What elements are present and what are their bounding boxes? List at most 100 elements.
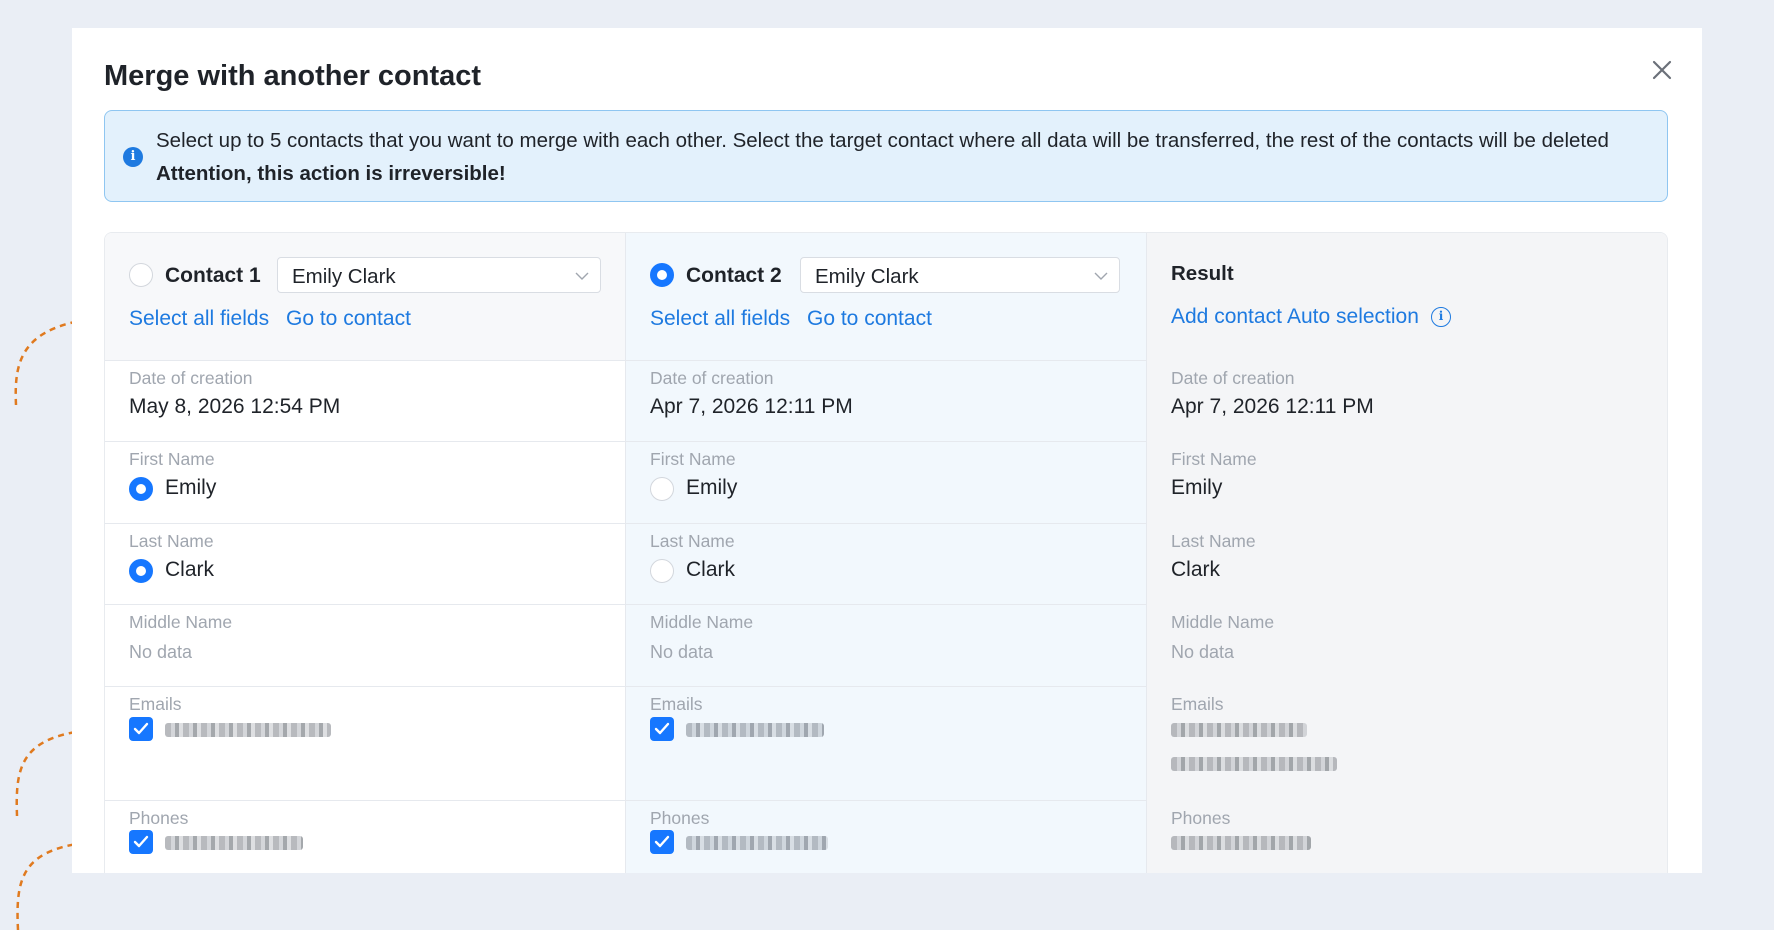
contact-1-first-name-value: Emily — [165, 476, 217, 499]
contact-1-date-row: Date of creation May 8, 2026 12:54 PM — [105, 361, 625, 442]
field-label: Last Name — [650, 531, 735, 551]
contact-1-label: Contact 1 — [165, 264, 261, 287]
result-title: Result — [1171, 262, 1234, 285]
field-label: First Name — [650, 449, 736, 469]
contact-1-select[interactable]: Emily Clark — [277, 257, 601, 293]
contact-1-first-name-radio[interactable] — [129, 477, 153, 501]
contact-2-header: Contact 2 Emily Clark Select all fields … — [626, 233, 1146, 361]
result-column: Result Add contact Auto selection i Date… — [1147, 233, 1667, 873]
field-label: First Name — [1171, 449, 1257, 469]
close-button[interactable] — [1644, 52, 1680, 88]
chevron-down-icon — [575, 272, 589, 280]
field-label: Date of creation — [1171, 368, 1295, 388]
result-email-redacted — [1171, 723, 1307, 737]
contact-1-last-name-radio[interactable] — [129, 559, 153, 583]
contact-2-last-name-row: Last Name Clark — [626, 524, 1146, 605]
contact-2-emails-row: Emails — [626, 687, 1146, 801]
field-label: Emails — [129, 694, 182, 714]
contact-2-phone-redacted — [686, 836, 828, 850]
field-label: Last Name — [1171, 531, 1256, 551]
contact-2-select-value: Emily Clark — [815, 265, 919, 288]
result-phone-redacted — [1171, 836, 1311, 850]
field-label: Date of creation — [129, 368, 253, 388]
info-icon[interactable]: i — [1431, 307, 1451, 327]
contact-2-phones-row: Phones — [626, 801, 1146, 873]
result-first-name-row: First Name Emily — [1147, 442, 1667, 524]
contact-1-first-name-row: First Name Emily — [105, 442, 625, 524]
contact-2-column: Contact 2 Emily Clark Select all fields … — [626, 233, 1147, 873]
field-label: Middle Name — [650, 612, 754, 632]
field-label: Emails — [650, 694, 703, 714]
contact-1-last-name-row: Last Name Clark — [105, 524, 625, 605]
contact-1-last-name-value: Clark — [165, 558, 215, 581]
contact-2-emails-checkbox[interactable] — [650, 717, 674, 741]
contact-2-date-row: Date of creation Apr 7, 2026 12:11 PM — [626, 361, 1146, 442]
contact-2-date-value: Apr 7, 2026 12:11 PM — [650, 395, 853, 418]
contact-1-header: Contact 1 Emily Clark Select all fields … — [105, 233, 625, 361]
result-last-name-value: Clark — [1171, 558, 1221, 581]
check-icon — [654, 722, 670, 735]
field-label: Phones — [650, 808, 710, 828]
check-icon — [133, 722, 149, 735]
info-icon: i — [123, 147, 143, 167]
contact-2-middle-name-row: Middle Name No data — [626, 605, 1146, 687]
field-label: Phones — [1171, 808, 1231, 828]
contact-2-select-all-link[interactable]: Select all fields — [650, 307, 790, 331]
contact-2-email-redacted — [686, 723, 824, 737]
contact-1-select-all-link[interactable]: Select all fields — [129, 307, 269, 331]
result-emails-row: Emails — [1147, 687, 1667, 801]
notice-warning: Attention, this action is irreversible! — [156, 162, 506, 185]
contact-2-go-to-contact-link[interactable]: Go to contact — [807, 307, 932, 331]
contact-2-first-name-value: Emily — [686, 476, 738, 499]
contact-2-label: Contact 2 — [686, 264, 782, 287]
merge-grid: Contact 1 Emily Clark Select all fields … — [104, 232, 1668, 873]
field-label: Phones — [129, 808, 189, 828]
contact-2-last-name-radio[interactable] — [650, 559, 674, 583]
result-middle-name-row: Middle Name No data — [1147, 605, 1667, 687]
contact-2-last-name-value: Clark — [686, 558, 736, 581]
contact-2-first-name-radio[interactable] — [650, 477, 674, 501]
result-last-name-row: Last Name Clark — [1147, 524, 1667, 605]
contact-2-phones-checkbox[interactable] — [650, 830, 674, 854]
close-icon — [1652, 60, 1672, 80]
result-date-row: Date of creation Apr 7, 2026 12:11 PM — [1147, 361, 1667, 442]
check-icon — [133, 835, 149, 848]
result-header: Result Add contact Auto selection i — [1147, 233, 1667, 361]
result-middle-name-value: No data — [1171, 642, 1235, 662]
contact-1-emails-row: Emails — [105, 687, 625, 801]
contact-1-email-redacted — [165, 723, 331, 737]
contact-2-middle-name-value: No data — [650, 642, 714, 662]
contact-2-target-radio[interactable] — [650, 263, 674, 287]
result-first-name-value: Emily — [1171, 476, 1223, 499]
chevron-down-icon — [1094, 272, 1108, 280]
field-label: Date of creation — [650, 368, 774, 388]
contact-1-phones-checkbox[interactable] — [129, 830, 153, 854]
contact-1-date-value: May 8, 2026 12:54 PM — [129, 395, 341, 418]
info-notice: i Select up to 5 contacts that you want … — [104, 110, 1668, 202]
contact-2-first-name-row: First Name Emily — [626, 442, 1146, 524]
check-icon — [654, 835, 670, 848]
field-label: First Name — [129, 449, 215, 469]
field-label: Emails — [1171, 694, 1224, 714]
contact-1-emails-checkbox[interactable] — [129, 717, 153, 741]
merge-dialog: Merge with another contact i Select up t… — [72, 28, 1702, 873]
result-email-redacted — [1171, 757, 1337, 771]
contact-1-target-radio[interactable] — [129, 263, 153, 287]
notice-text: Select up to 5 contacts that you want to… — [156, 129, 1609, 152]
field-label: Last Name — [129, 531, 214, 551]
contact-1-middle-name-value: No data — [129, 642, 193, 662]
result-date-value: Apr 7, 2026 12:11 PM — [1171, 395, 1374, 418]
contact-1-phone-redacted — [165, 836, 303, 850]
result-phones-row: Phones — [1147, 801, 1667, 873]
contact-1-middle-name-row: Middle Name No data — [105, 605, 625, 687]
field-label: Middle Name — [129, 612, 233, 632]
contact-1-select-value: Emily Clark — [292, 265, 396, 288]
contact-1-phones-row: Phones — [105, 801, 625, 873]
auto-selection-link[interactable]: Auto selection — [1287, 305, 1419, 329]
contact-1-go-to-contact-link[interactable]: Go to contact — [286, 307, 411, 331]
add-contact-link[interactable]: Add contact — [1171, 305, 1282, 329]
contact-2-select[interactable]: Emily Clark — [800, 257, 1120, 293]
field-label: Middle Name — [1171, 612, 1275, 632]
contact-1-column: Contact 1 Emily Clark Select all fields … — [105, 233, 626, 873]
dialog-title: Merge with another contact — [104, 60, 482, 92]
